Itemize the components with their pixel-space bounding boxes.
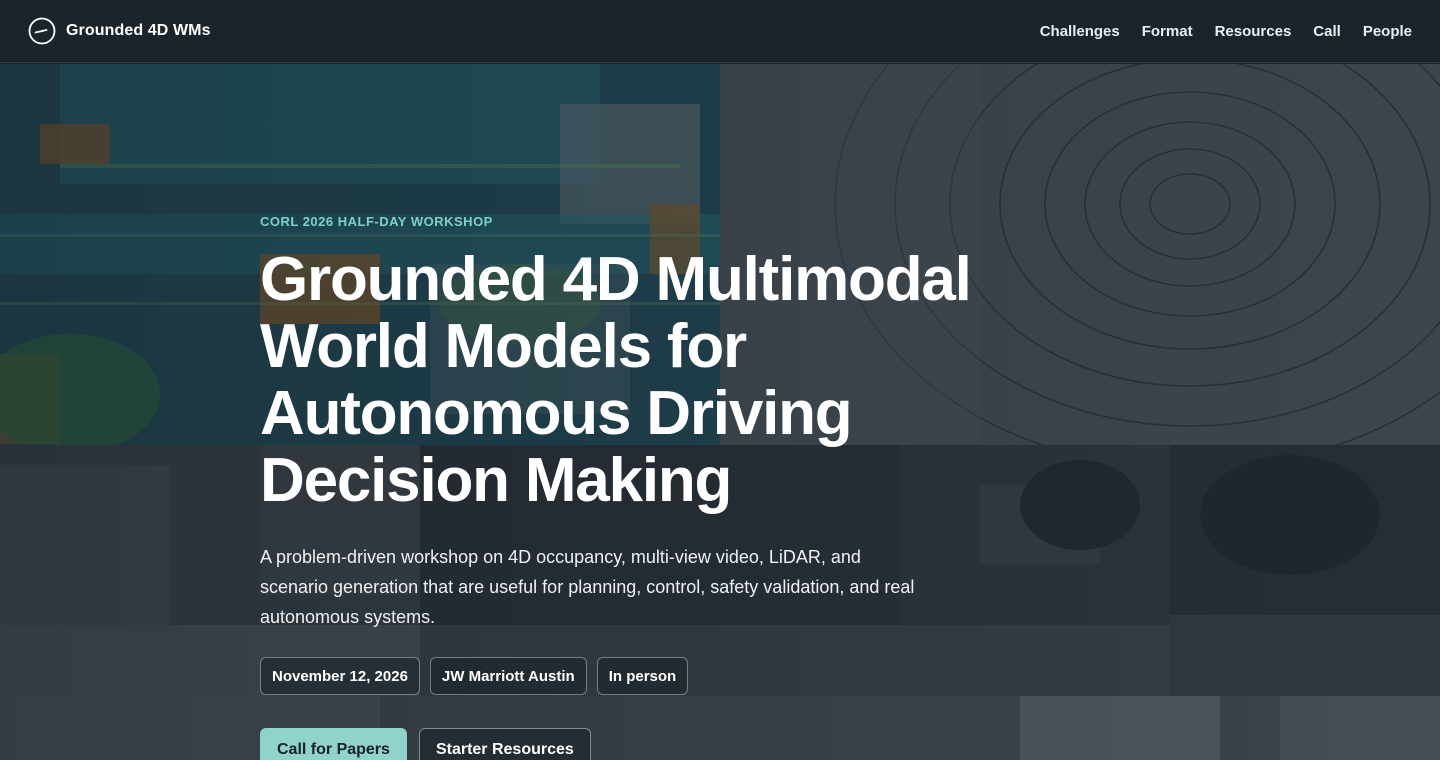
nav-links: Challenges Format Resources Call People — [1040, 23, 1412, 40]
venue-chip: JW Marriott Austin — [429, 657, 587, 695]
title-line: Autonomous Driving — [260, 379, 853, 448]
title-line: Decision Making — [260, 446, 732, 515]
date-chip: November 12, 2026 — [260, 657, 420, 695]
description-line: autonomous systems. — [260, 607, 436, 627]
nav-link-format[interactable]: Format — [1142, 23, 1193, 40]
starter-resources-button[interactable]: Starter Resources — [418, 728, 591, 760]
page: Grounded 4D WMs Challenges Format Resour… — [0, 0, 1440, 760]
brand-home-link[interactable]: Grounded 4D WMs — [28, 17, 211, 45]
brand-name: Grounded 4D WMs — [66, 22, 211, 39]
description-line: A problem-driven workshop on 4D occupanc… — [260, 547, 861, 567]
circle-dash-logo-icon — [28, 17, 56, 45]
top-navbar: Grounded 4D WMs Challenges Format Resour… — [0, 0, 1440, 63]
hero-cta-group: Call for Papers Starter Resources — [260, 728, 1080, 760]
nav-link-call[interactable]: Call — [1313, 23, 1341, 40]
call-for-papers-button[interactable]: Call for Papers — [260, 728, 407, 760]
page-title: Grounded 4D Multimodal World Models for … — [260, 246, 1080, 514]
nav-link-challenges[interactable]: Challenges — [1040, 23, 1120, 40]
hero-section: CORL 2026 HALF-DAY WORKSHOP Grounded 4D … — [260, 214, 1080, 760]
title-line: Grounded 4D Multimodal — [260, 245, 972, 314]
workshop-eyebrow: CORL 2026 HALF-DAY WORKSHOP — [260, 214, 493, 229]
attendance-mode-chip: In person — [596, 657, 689, 695]
nav-link-people[interactable]: People — [1363, 23, 1412, 40]
event-info-chips: November 12, 2026 JW Marriott Austin In … — [260, 657, 1080, 695]
title-line: World Models for — [260, 312, 747, 381]
description-line: scenario generation that are useful for … — [260, 577, 915, 597]
hero-description: A problem-driven workshop on 4D occupanc… — [260, 542, 980, 632]
nav-link-resources[interactable]: Resources — [1215, 23, 1292, 40]
